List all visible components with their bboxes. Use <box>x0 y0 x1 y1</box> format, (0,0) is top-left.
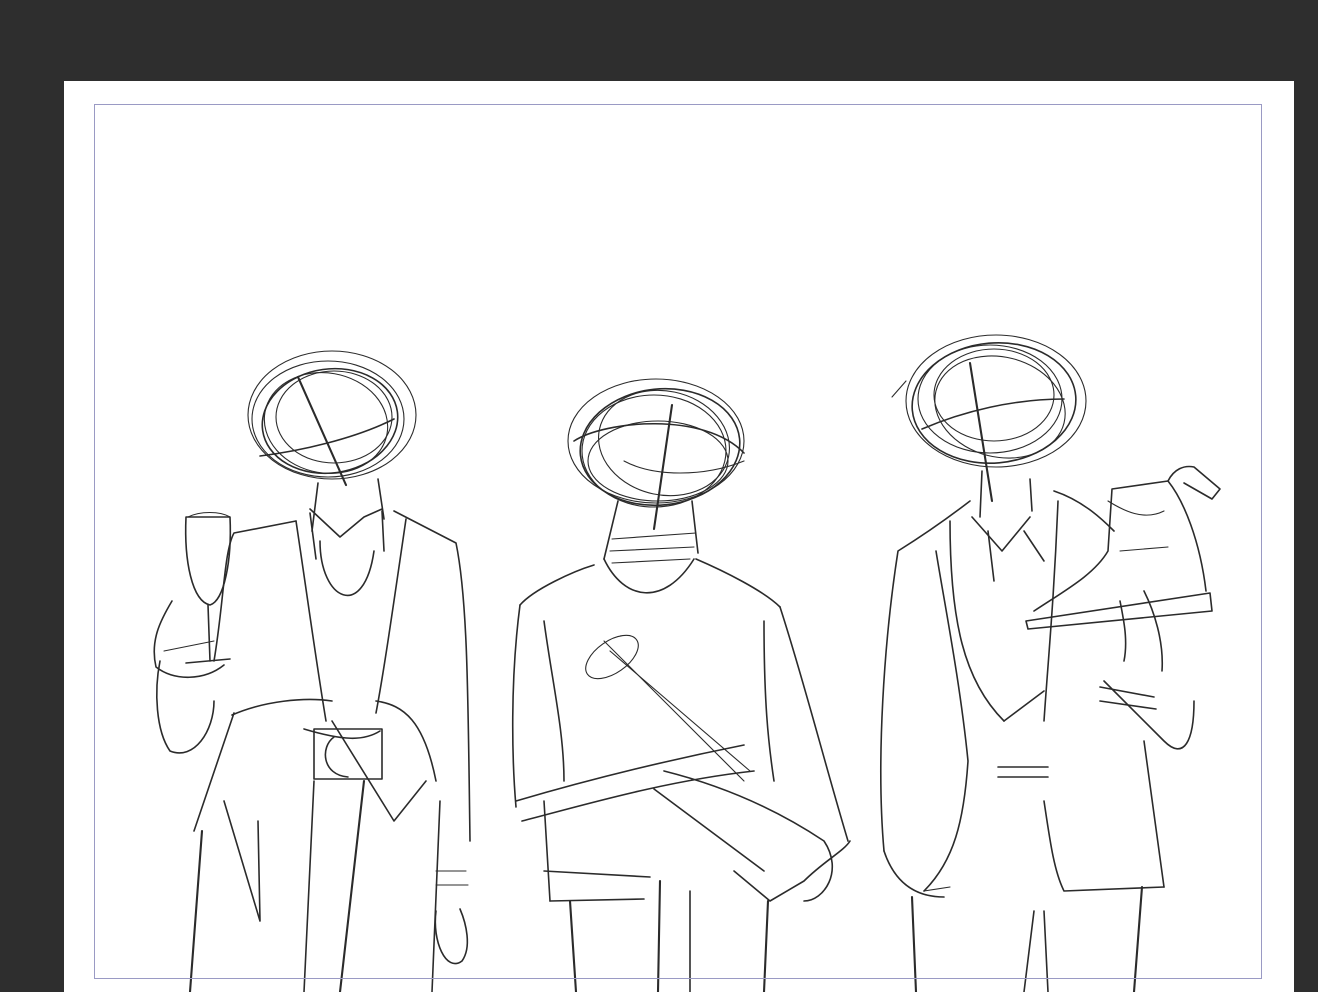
figure-center <box>511 378 851 992</box>
figure-left <box>153 350 471 992</box>
canvas-page[interactable] <box>64 81 1294 992</box>
sketch-drawing <box>153 334 1221 992</box>
drawing-workspace[interactable] <box>0 0 1318 992</box>
figure-right <box>880 334 1221 992</box>
